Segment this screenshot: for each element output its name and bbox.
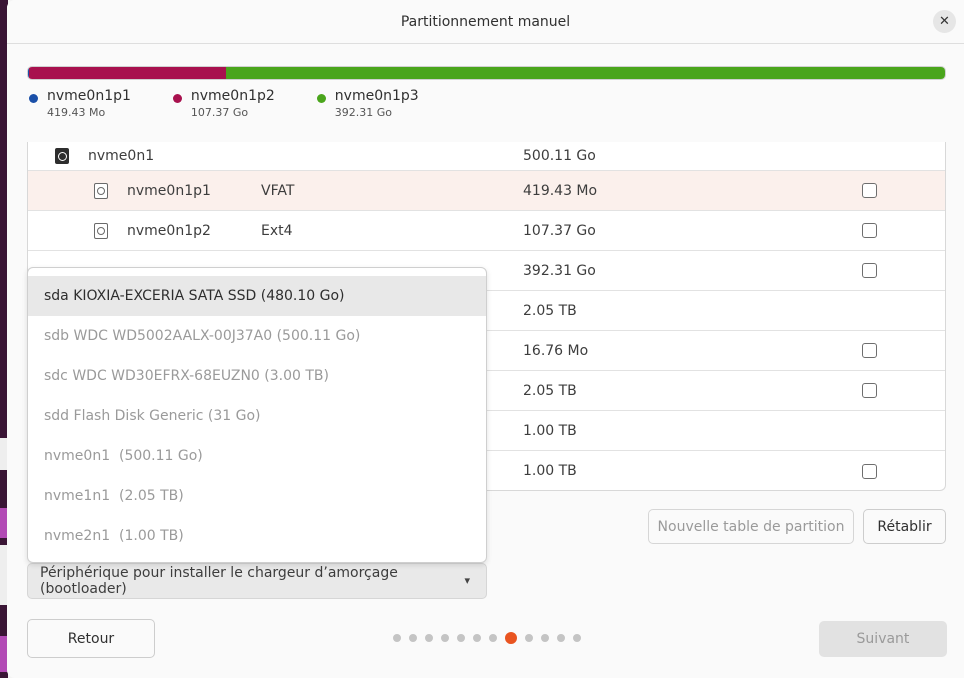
close-icon[interactable]: ✕: [933, 10, 956, 33]
back-button[interactable]: Retour: [27, 619, 155, 658]
step-dot: [573, 634, 581, 642]
legend-size: 392.31 Go: [334, 106, 393, 119]
format-checkbox[interactable]: [862, 383, 877, 398]
bootloader-device-select[interactable]: Périphérique pour installer le chargeur …: [27, 563, 487, 599]
step-dot: [409, 634, 417, 642]
format-checkbox[interactable]: [862, 463, 877, 479]
legend-name: nvme0n1p3: [334, 88, 419, 104]
partition-size: 392.31 Go: [523, 262, 596, 279]
format-checkbox[interactable]: [862, 263, 877, 278]
legend-item: nvme0n1p1 419.43 Mo: [27, 88, 131, 121]
device-name: nvme0n1: [88, 148, 155, 164]
step-dot: [473, 634, 481, 642]
partition-name: nvme0n1p2: [127, 222, 211, 239]
table-row[interactable]: nvme0n1p1 VFAT 419.43 Mo: [28, 171, 945, 211]
partition-fs: VFAT: [261, 182, 295, 199]
dropdown-option[interactable]: sdd Flash Disk Generic (31 Go): [28, 396, 486, 436]
dropdown-option[interactable]: nvme0n1 (500.11 Go): [28, 436, 486, 476]
disk-usage-bar: [27, 66, 946, 80]
legend-item: nvme0n1p3 392.31 Go: [315, 88, 419, 121]
bootloader-dropdown-list: sda KIOXIA-EXCERIA SATA SSD (480.10 Go) …: [27, 267, 487, 563]
legend-dot: [172, 94, 182, 103]
next-button[interactable]: Suivant: [819, 621, 947, 657]
legend-item: nvme0n1p2 107.37 Go: [171, 88, 275, 121]
legend-name: nvme0n1p2: [190, 88, 275, 104]
bootloader-select-label: Périphérique pour installer le chargeur …: [40, 565, 398, 597]
dropdown-option[interactable]: sdb WDC WD5002AALX-00J37A0 (500.11 Go): [28, 316, 486, 356]
table-row[interactable]: nvme0n1 500.11 Go: [28, 142, 945, 171]
legend-name: nvme0n1p1: [47, 88, 131, 104]
table-row[interactable]: nvme0n1p2 Ext4 107.37 Go: [28, 211, 945, 251]
partition-size: 1.00 TB: [523, 463, 577, 479]
step-dot: [525, 634, 533, 642]
dropdown-option[interactable]: nvme2n1 (1.00 TB): [28, 516, 486, 556]
reset-button[interactable]: Rétablir: [863, 509, 946, 544]
partition-name: nvme0n1p1: [127, 182, 211, 199]
partition-legend: nvme0n1p1 419.43 Mo nvme0n1p2 107.37 Go …: [27, 88, 443, 121]
partition-icon: [94, 182, 108, 199]
step-dot: [441, 634, 449, 642]
legend-dot: [316, 94, 326, 103]
format-checkbox[interactable]: [862, 223, 877, 238]
step-dot: [489, 634, 497, 642]
legend-dot: [29, 94, 38, 103]
step-dot: [541, 634, 549, 642]
usage-segment-nvme0n1p3: [225, 67, 945, 79]
partition-size: 107.37 Go: [523, 222, 596, 239]
dropdown-option[interactable]: sda KIOXIA-EXCERIA SATA SSD (480.10 Go): [28, 276, 486, 316]
partition-fs: Ext4: [261, 222, 293, 239]
format-checkbox[interactable]: [862, 183, 877, 198]
step-dot-active: [505, 632, 517, 644]
dropdown-option[interactable]: sdc WDC WD30EFRX-68EUZN0 (3.00 TB): [28, 356, 486, 396]
manual-partitioning-dialog: Partitionnement manuel ✕ nvme0n1p1 419.4…: [7, 0, 964, 678]
partition-size: 419.43 Mo: [523, 182, 598, 199]
dialog-title: Partitionnement manuel: [400, 13, 571, 30]
format-checkbox[interactable]: [862, 343, 877, 358]
device-size: 500.11 Go: [523, 148, 596, 164]
usage-segment-nvme0n1p2: [28, 67, 226, 79]
new-partition-table-button[interactable]: Nouvelle table de partition: [648, 509, 854, 544]
step-dot: [393, 634, 401, 642]
partition-icon: [94, 222, 108, 239]
partition-size: 2.05 TB: [523, 382, 577, 399]
titlebar: Partitionnement manuel ✕: [7, 0, 964, 44]
step-indicator: [393, 632, 589, 644]
device-size: 1.00 TB: [523, 422, 577, 439]
step-dot: [457, 634, 465, 642]
step-dot: [557, 634, 565, 642]
dropdown-option[interactable]: nvme1n1 (2.05 TB): [28, 476, 486, 516]
chevron-down-icon: ▾: [464, 574, 470, 587]
partition-size: 16.76 Mo: [523, 342, 589, 359]
step-dot: [425, 634, 433, 642]
legend-size: 419.43 Mo: [47, 106, 106, 119]
device-size: 2.05 TB: [523, 302, 577, 319]
disk-icon: [55, 148, 69, 164]
legend-size: 107.37 Go: [190, 106, 249, 119]
